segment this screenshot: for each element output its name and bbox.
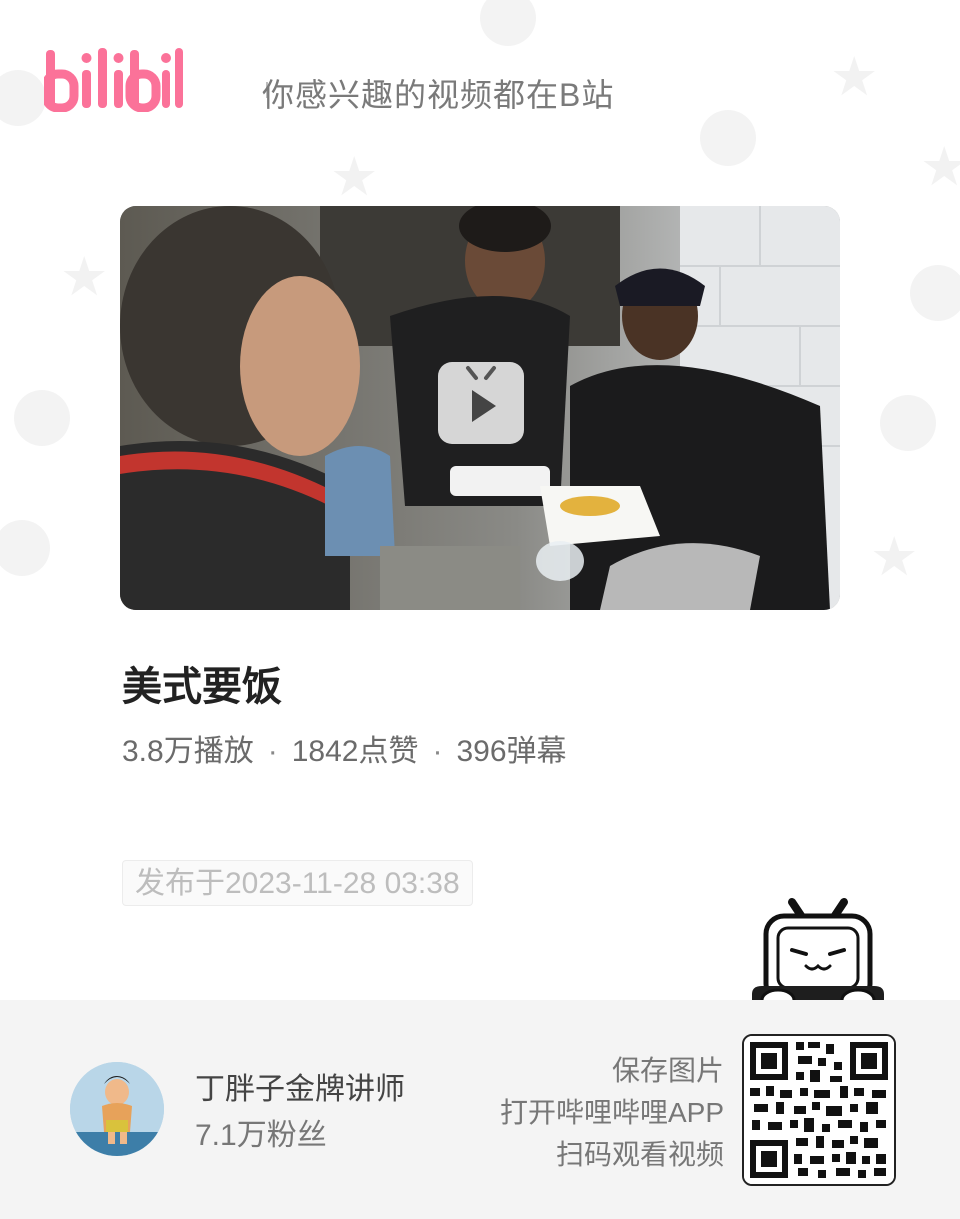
video-title: 美式要饭: [122, 665, 282, 709]
stats-separator: ·: [267, 735, 278, 768]
video-stats: 3.8万播放 · 1842点赞 · 396弹幕: [122, 726, 567, 770]
play-count: 3.8万播放: [122, 735, 254, 768]
author-name[interactable]: 丁胖子金牌讲师: [195, 1064, 405, 1108]
qr-code[interactable]: [742, 1034, 896, 1186]
avatar-image: [70, 1062, 164, 1156]
cta-scan: 扫码观看视频: [555, 1139, 724, 1170]
danmaku-count: 396弹幕: [456, 735, 567, 768]
play-button[interactable]: [438, 362, 524, 444]
stats-separator: ·: [432, 735, 443, 768]
author-fans: 7.1万粉丝: [195, 1119, 327, 1152]
play-icon: [466, 366, 496, 422]
tv-mascot-icon: [752, 898, 884, 1012]
cta-save: 保存图片: [611, 1055, 724, 1086]
bilibili-logo: [44, 48, 183, 112]
cta-text: 保存图片 打开哔哩哔哩APP 扫码观看视频: [500, 1050, 724, 1176]
video-thumbnail[interactable]: [120, 206, 840, 610]
qr-code-image: [744, 1036, 894, 1184]
header-tagline: 你感兴趣的视频都在B站: [262, 77, 615, 113]
cta-open-app: 打开哔哩哔哩APP: [499, 1097, 724, 1128]
avatar[interactable]: [70, 1062, 164, 1156]
like-count: 1842点赞: [291, 735, 419, 768]
header: 你感兴趣的视频都在B站: [44, 44, 916, 114]
publish-date: 发布于2023-11-28 03:38: [122, 860, 473, 906]
